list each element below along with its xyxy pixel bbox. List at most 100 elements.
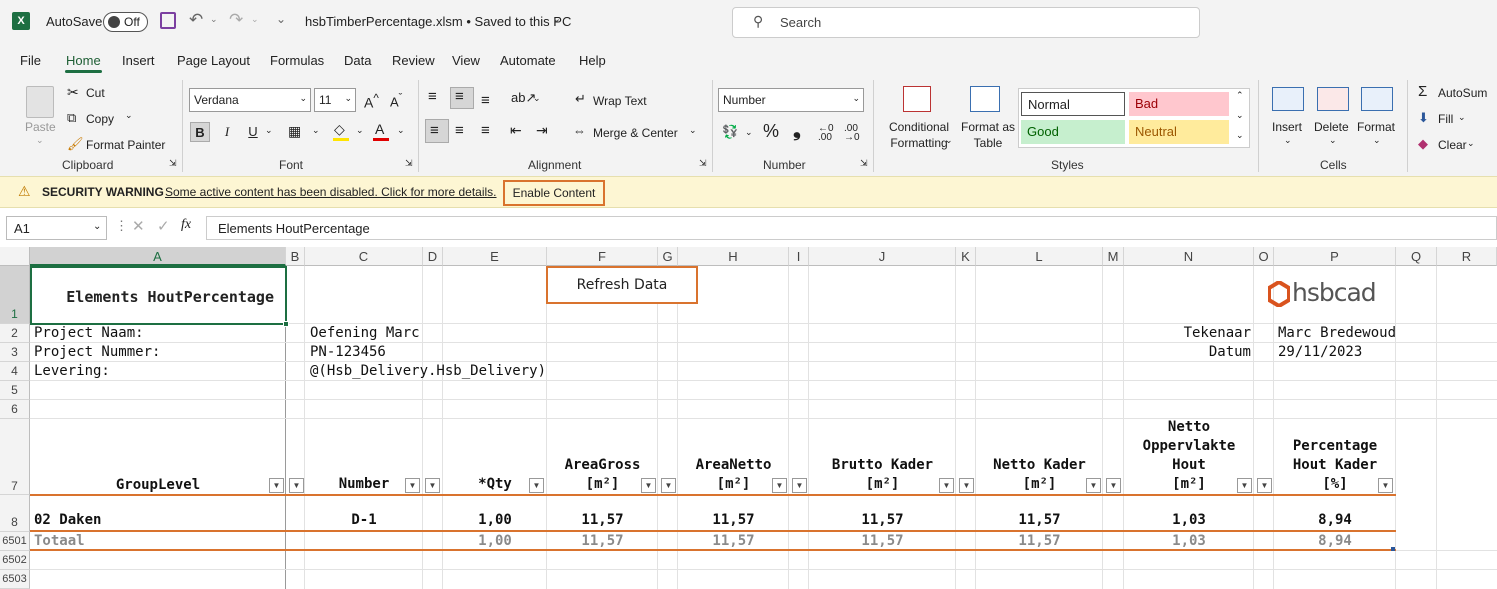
row-header-6[interactable]: 6 (0, 400, 30, 419)
security-details-link[interactable]: Some active content has been disabled. C… (165, 185, 497, 199)
filter-dropdown-icon[interactable]: ▼ (529, 478, 544, 493)
search-box[interactable]: ⚲ Search (732, 7, 1200, 38)
autosave-toggle[interactable]: Off (103, 12, 148, 32)
delete-dropdown-icon[interactable]: ⌄ (1329, 135, 1337, 146)
tab-help[interactable]: Help (579, 53, 606, 68)
row-header-5[interactable]: 5 (0, 381, 30, 400)
font-color-dropdown-icon[interactable]: ⌄ (397, 125, 405, 136)
comma-style-button[interactable]: ❟ (793, 119, 801, 142)
filter-dropdown-icon[interactable]: ▼ (641, 478, 656, 493)
column-header-a[interactable]: A (30, 247, 286, 266)
row-header-4[interactable]: 4 (0, 362, 30, 381)
conditional-formatting-button[interactable]: Conditional Formatting (885, 119, 953, 151)
insert-function-button[interactable]: fx (181, 217, 191, 233)
column-header-d[interactable]: D (423, 247, 443, 266)
table-resize-handle[interactable] (1391, 547, 1395, 551)
clipboard-launcher-icon[interactable]: ⇲ (169, 158, 177, 169)
format-painter-button[interactable]: Format Painter (86, 138, 165, 152)
save-icon[interactable] (160, 12, 176, 29)
borders-icon[interactable]: ▦ (288, 123, 301, 140)
font-launcher-icon[interactable]: ⇲ (405, 158, 413, 169)
row-header-7[interactable]: 7 (0, 419, 30, 495)
customize-toolbar-icon[interactable]: ⌄ (276, 12, 286, 26)
filter-dropdown-icon[interactable]: ▼ (405, 478, 420, 493)
decrease-decimal-icon[interactable]: .00 →0 (844, 124, 860, 143)
redo-icon[interactable]: ↷ (229, 10, 243, 30)
column-header-m[interactable]: M (1103, 247, 1124, 266)
style-bad[interactable]: Bad (1129, 92, 1229, 116)
style-neutral[interactable]: Neutral (1129, 120, 1229, 144)
paste-button[interactable]: Paste (25, 120, 56, 134)
insert-dropdown-icon[interactable]: ⌄ (1284, 135, 1292, 146)
column-header-p[interactable]: P (1274, 247, 1396, 266)
tab-automate[interactable]: Automate (500, 53, 556, 68)
row-header-6503[interactable]: 6503 (0, 570, 30, 589)
undo-dropdown-icon[interactable]: ⌄ (210, 14, 218, 25)
increase-decimal-icon[interactable]: ←0.00 (818, 124, 834, 143)
row-header-6501[interactable]: 6501 (0, 532, 30, 551)
italic-button[interactable]: I (217, 122, 237, 142)
align-right-icon[interactable]: ≡ (481, 122, 490, 139)
increase-indent-icon[interactable]: ⇥ (536, 122, 548, 139)
filter-dropdown-icon[interactable]: ▼ (1257, 478, 1272, 493)
confirm-entry-icon[interactable]: ✓ (157, 217, 170, 235)
fill-dropdown-icon[interactable]: ⌄ (1458, 112, 1466, 123)
fill-button[interactable]: Fill (1438, 112, 1453, 126)
tab-review[interactable]: Review (392, 53, 435, 68)
number-launcher-icon[interactable]: ⇲ (860, 158, 868, 169)
column-header-i[interactable]: I (789, 247, 809, 266)
file-name[interactable]: hsbTimberPercentage.xlsm • Saved to this… (305, 14, 571, 29)
filter-dropdown-icon[interactable]: ▼ (1237, 478, 1252, 493)
gallery-down-icon[interactable]: ⌄ (1236, 110, 1244, 121)
row-header-8[interactable]: 8 (0, 495, 30, 532)
format-dropdown-icon[interactable]: ⌄ (1373, 135, 1381, 146)
row-header-2[interactable]: 2 (0, 324, 30, 343)
column-header-f[interactable]: F (547, 247, 658, 266)
tab-data[interactable]: Data (344, 53, 371, 68)
gallery-more-icon[interactable]: ⌄ (1236, 130, 1244, 141)
column-header-e[interactable]: E (443, 247, 547, 266)
orientation-dropdown-icon[interactable]: ⌄ (533, 93, 541, 104)
accounting-dropdown-icon[interactable]: ⌄ (745, 127, 753, 138)
accounting-format-icon[interactable]: 💱 (722, 124, 738, 140)
row-header-1[interactable]: 1 (0, 266, 30, 324)
tab-page-layout[interactable]: Page Layout (177, 53, 250, 68)
filter-dropdown-icon[interactable]: ▼ (661, 478, 676, 493)
chevron-down-icon[interactable]: ⌄ (552, 12, 561, 25)
number-format-select[interactable]: Number ⌄ (718, 88, 864, 112)
tab-home[interactable]: Home (66, 53, 101, 68)
filter-dropdown-icon[interactable]: ▼ (792, 478, 807, 493)
column-header-l[interactable]: L (976, 247, 1103, 266)
select-all-corner[interactable] (0, 247, 30, 266)
filter-dropdown-icon[interactable]: ▼ (289, 478, 304, 493)
filter-dropdown-icon[interactable]: ▼ (772, 478, 787, 493)
cut-button[interactable]: Cut (86, 86, 105, 100)
align-left-button[interactable]: ≡ (425, 119, 449, 143)
filter-dropdown-icon[interactable]: ▼ (939, 478, 954, 493)
format-as-table-button[interactable]: Format as Table (960, 119, 1016, 151)
row-header-3[interactable]: 3 (0, 343, 30, 362)
clear-dropdown-icon[interactable]: ⌄ (1467, 138, 1475, 149)
merge-center-button[interactable]: Merge & Center (593, 126, 678, 140)
merge-dropdown-icon[interactable]: ⌄ (689, 125, 697, 136)
align-center-icon[interactable]: ≡ (455, 122, 464, 139)
wrap-text-button[interactable]: Wrap Text (593, 94, 647, 108)
paste-icon[interactable] (26, 86, 54, 118)
column-header-j[interactable]: J (809, 247, 956, 266)
align-top-icon[interactable]: ≡ (428, 88, 437, 105)
name-box[interactable]: A1 ⌄ (6, 216, 107, 240)
cancel-entry-icon[interactable]: ✕ (132, 217, 145, 235)
refresh-data-button[interactable]: Refresh Data (546, 266, 698, 304)
font-size-select[interactable]: 11 ⌄ (314, 88, 356, 112)
tab-insert[interactable]: Insert (122, 53, 155, 68)
fill-color-icon[interactable]: ◇ (334, 121, 345, 138)
format-cells-button[interactable]: Format (1357, 120, 1395, 134)
row-header-6502[interactable]: 6502 (0, 551, 30, 570)
enable-content-button[interactable]: Enable Content (503, 180, 605, 206)
undo-icon[interactable]: ↶ (189, 10, 203, 30)
decrease-font-icon[interactable]: Aˇ (390, 92, 402, 109)
column-header-o[interactable]: O (1254, 247, 1274, 266)
column-header-g[interactable]: G (658, 247, 678, 266)
fill-handle[interactable] (283, 321, 289, 327)
decrease-indent-icon[interactable]: ⇤ (510, 122, 522, 139)
